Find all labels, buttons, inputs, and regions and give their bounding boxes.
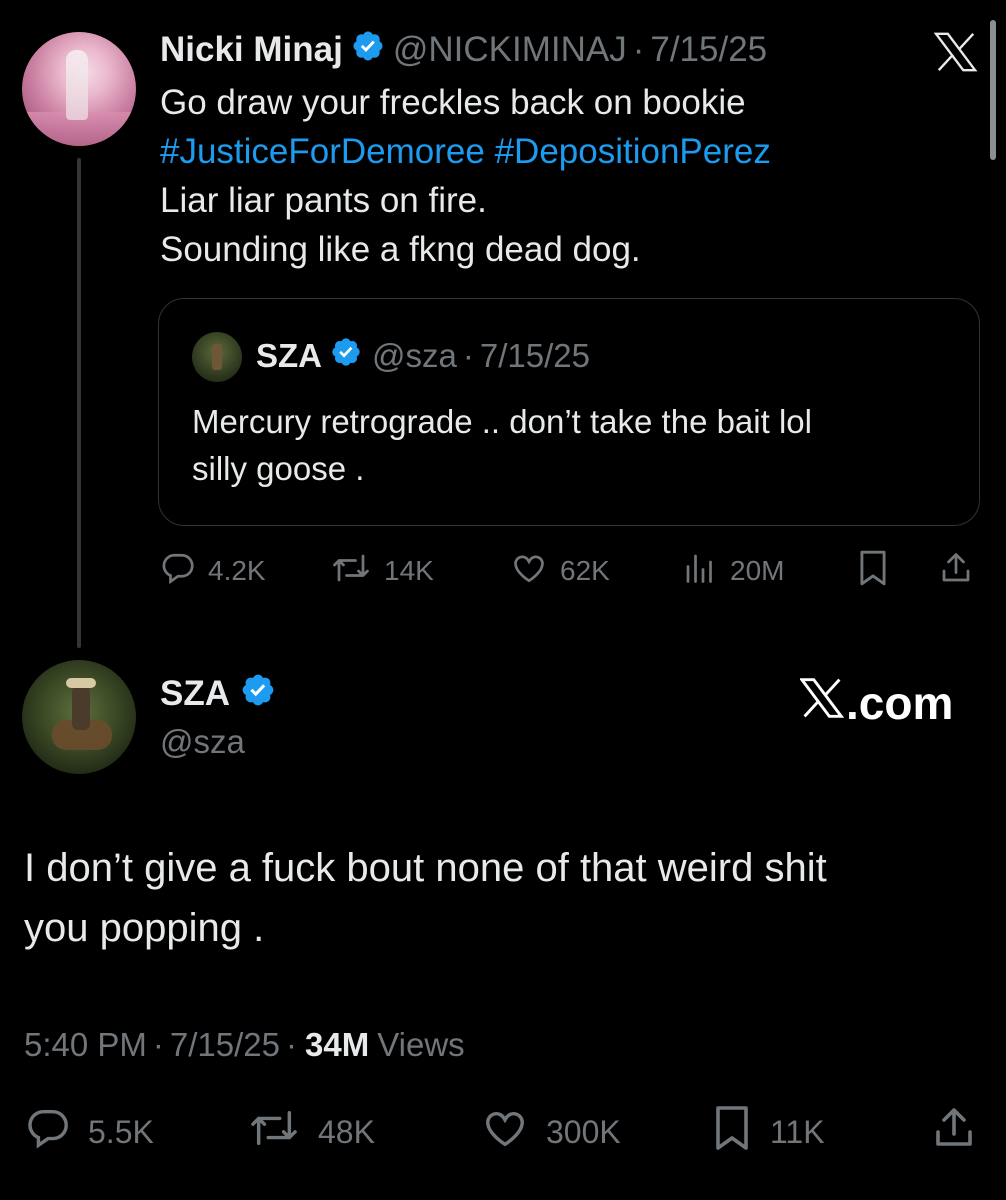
repost-count: 48K (318, 1113, 375, 1150)
x-logo-icon (933, 32, 978, 72)
tweet1-line: Go draw your freckles back on bookie (160, 83, 746, 122)
share-icon (938, 549, 986, 594)
reply-text: I don’t give a fuck bout none of that we… (24, 838, 974, 958)
heart-icon (510, 550, 560, 593)
bookmark-button[interactable] (856, 548, 902, 594)
quote-text: Mercury retrograde .. don’t take the bai… (192, 398, 962, 492)
tweet1-line: Sounding like a fkng dead dog. (160, 230, 641, 269)
reply-icon (160, 550, 208, 593)
like-button[interactable]: 62K (510, 548, 610, 594)
like-button[interactable]: 300K (480, 1105, 621, 1159)
tweet1-author-name[interactable]: Nicki Minaj (160, 30, 343, 70)
reply-line: I don’t give a fuck bout none of that we… (24, 846, 827, 890)
views-button[interactable]: 20M (682, 548, 784, 594)
share-icon (930, 1104, 994, 1160)
quote-author-name[interactable]: SZA (256, 337, 322, 375)
repost-icon (330, 550, 384, 593)
reply-date[interactable]: 7/15/25 (170, 1026, 280, 1064)
like-count: 62K (560, 555, 610, 586)
quote-header: SZA @sza · 7/15/25 (256, 334, 590, 378)
sza-quote-avatar[interactable] (192, 332, 242, 382)
separator-dot: · (632, 30, 645, 69)
sza-avatar[interactable] (22, 660, 136, 774)
separator-dot: · (462, 337, 474, 374)
separator-dot: · (286, 1026, 298, 1063)
tweet1-action-bar: 4.2K 14K 62K 20M (160, 548, 980, 594)
reply-line: you popping . (24, 906, 265, 950)
scrollbar[interactable] (990, 20, 996, 160)
reply-button[interactable]: 5.5K (24, 1105, 154, 1159)
views-chart-icon (682, 550, 730, 593)
repost-count: 14K (384, 555, 434, 586)
views-count: 20M (730, 555, 785, 586)
share-button[interactable] (930, 1105, 994, 1159)
like-count: 300K (546, 1113, 621, 1150)
quote-line: Mercury retrograde .. don’t take the bai… (192, 403, 812, 440)
reply-button[interactable]: 4.2K (160, 548, 266, 594)
reply-author-row: SZA (160, 672, 284, 716)
heart-icon (480, 1105, 546, 1159)
verified-badge-icon (240, 672, 276, 717)
reply-time[interactable]: 5:40 PM (24, 1026, 147, 1064)
tweet1-hashtags: #JusticeForDemoree #DepositionPerez (160, 127, 950, 176)
bookmark-icon (710, 1104, 770, 1160)
verified-badge-icon (330, 336, 362, 376)
repost-button[interactable]: 48K (246, 1105, 375, 1159)
reply-author-handle[interactable]: @sza (160, 722, 245, 762)
bookmark-count: 11K (770, 1113, 825, 1150)
bookmark-button[interactable]: 11K (710, 1105, 825, 1159)
tweet1-text: Go draw your freckles back on bookie #Ju… (160, 78, 950, 274)
x-com-watermark: .com (798, 676, 954, 730)
share-button[interactable] (938, 548, 986, 594)
reply-author-name[interactable]: SZA (160, 674, 230, 714)
hashtag-link[interactable]: #JusticeForDemoree (160, 132, 485, 171)
reply-action-bar: 5.5K 48K 300K 11K (24, 1105, 984, 1159)
reply-views-count: 34M (305, 1026, 370, 1063)
nicki-minaj-avatar[interactable] (22, 32, 136, 146)
tweet1-line: Liar liar pants on fire. (160, 181, 487, 220)
quote-date[interactable]: 7/15/25 (480, 337, 590, 375)
verified-badge-icon (351, 29, 385, 72)
separator-dot: · (152, 1026, 164, 1063)
bookmark-icon (856, 549, 902, 594)
x-logo-icon (798, 676, 846, 730)
hashtag-link[interactable]: #DepositionPerez (495, 132, 771, 171)
repost-icon (246, 1105, 318, 1159)
reply-count: 4.2K (208, 555, 266, 586)
thread-connector-line (77, 158, 81, 648)
tweet1-author-handle[interactable]: @NICKIMINAJ (393, 30, 627, 70)
reply-views-label: Views (377, 1026, 465, 1063)
quote-line: silly goose . (192, 450, 365, 487)
reply-metadata: 5:40 PM · 7/15/25 · 34M Views (24, 1022, 465, 1068)
tweet1-date[interactable]: 7/15/25 (650, 30, 767, 70)
tweet1-header: Nicki Minaj @NICKIMINAJ · 7/15/25 (160, 28, 767, 72)
repost-button[interactable]: 14K (330, 548, 434, 594)
reply-count: 5.5K (88, 1113, 154, 1150)
quote-author-handle[interactable]: @sza (372, 337, 457, 375)
watermark-text: .com (846, 677, 954, 729)
reply-icon (24, 1105, 88, 1159)
